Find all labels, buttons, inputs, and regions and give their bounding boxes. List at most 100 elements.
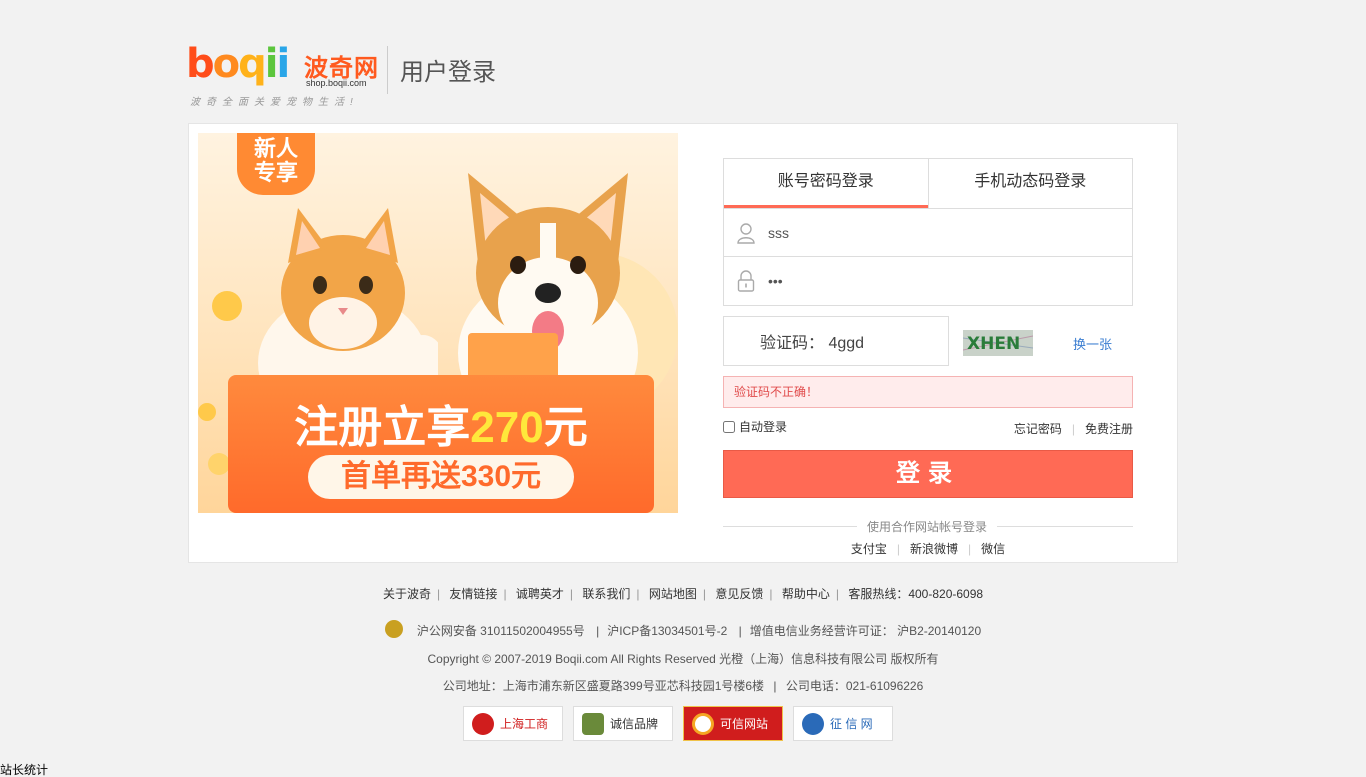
- password-row: [723, 257, 1133, 306]
- separator: |: [569, 587, 574, 601]
- logo-letter: i: [276, 41, 290, 87]
- footer-link-sitemap[interactable]: 网站地图: [649, 587, 697, 601]
- badge-trusted-site[interactable]: 可信网站: [683, 706, 783, 741]
- error-message: 验证码不正确！: [723, 376, 1133, 408]
- promo-suffix: 元: [543, 403, 588, 452]
- separator: |: [596, 624, 600, 638]
- tag-line-2: 专享: [253, 160, 298, 185]
- separator: |: [503, 587, 507, 601]
- password-input[interactable]: [768, 257, 1118, 304]
- trust-badges: 上海工商 诚信品牌 可信网站 征 信 网: [463, 706, 893, 742]
- separator: |: [773, 679, 777, 693]
- separator: |: [835, 587, 839, 601]
- new-user-tag: 新人 专享: [237, 133, 315, 195]
- weibo-login-link[interactable]: 新浪微博: [910, 542, 958, 556]
- logo-letter: i: [264, 41, 279, 87]
- captcha-row: XHEN 换一张: [723, 316, 1133, 366]
- auto-login-checkbox[interactable]: [723, 420, 735, 433]
- badge-label: 可信网站: [720, 717, 769, 731]
- police-badge-icon: [384, 619, 403, 638]
- company-address: 公司地址：上海市浦东新区盛夏路399号亚芯科技园1号楼6楼: [442, 679, 765, 693]
- footer-hotline: 客服热线：400-820-6098: [848, 587, 984, 601]
- logo-domain: shop.boqii.com: [306, 78, 367, 88]
- separator: |: [1071, 422, 1075, 436]
- separator: |: [738, 624, 742, 638]
- login-tabs: 账号密码登录 手机动态码登录: [723, 158, 1133, 208]
- account-links: 忘记密码 | 免费注册: [1014, 420, 1133, 437]
- site-header: boqii 波奇网 shop.boqii.com 波奇全面关爱宠物生活! 用户登…: [186, 40, 516, 110]
- logo-letter: b: [186, 41, 215, 87]
- tag-line-1: 新人: [253, 136, 298, 161]
- logo-letter: q: [238, 41, 267, 87]
- badge-shanghai-gongshang[interactable]: 上海工商: [463, 706, 563, 741]
- separator: |: [702, 587, 707, 601]
- separator: |: [896, 542, 900, 556]
- footer-nav: 关于波奇 | 友情链接 | 诚聘英才 | 联系我们 | 网站地图 | 意见反馈 | 帮助中心…: [0, 585, 1366, 602]
- login-form: 账号密码登录 手机动态码登录 sss 验证码： 4ggd XHEN 换一张 验证…: [723, 158, 1133, 557]
- promo-prefix: 注册立享: [294, 403, 471, 452]
- decor-circle: [208, 453, 230, 475]
- footer-link-contact[interactable]: 联系我们: [582, 587, 630, 601]
- footer-link-careers[interactable]: 诚聘英才: [516, 587, 564, 601]
- badge-label: 上海工商: [500, 717, 549, 731]
- username-input[interactable]: [768, 209, 1118, 256]
- decor-circle: [198, 403, 216, 421]
- tab-sms-login[interactable]: 手机动态码登录: [927, 159, 1133, 208]
- partner-login-divider: 使用合作网站帐号登录: [723, 516, 1133, 536]
- lock-icon: [737, 270, 755, 292]
- register-link[interactable]: 免费注册: [1085, 422, 1133, 436]
- captcha-refresh-link[interactable]: 换一张: [1073, 334, 1112, 353]
- separator: |: [769, 587, 773, 601]
- site-stats-link[interactable]: 站长统计: [0, 761, 48, 777]
- login-button[interactable]: 登录: [723, 450, 1133, 498]
- shanghai-gongshang-icon: [472, 712, 494, 735]
- wechat-login-link[interactable]: 微信: [981, 542, 1005, 556]
- footer-copyright: Copyright © 2007-2019 Boqii.com All Righ…: [427, 652, 939, 666]
- header-divider: [387, 46, 388, 94]
- captcha-image[interactable]: XHEN: [963, 330, 1033, 356]
- footer-link-friends[interactable]: 友情链接: [449, 587, 497, 601]
- separator: |: [636, 587, 640, 601]
- alipay-login-link[interactable]: 支付宝: [851, 542, 887, 556]
- badge-label: 征 信 网: [830, 717, 873, 731]
- police-record-link[interactable]: 沪公网安备 31011502004955号: [417, 624, 585, 638]
- promo-banner[interactable]: 新人 专享 注册立享270元 首单再送330元: [198, 133, 678, 513]
- company-phone: 公司电话：021-61096226: [785, 679, 924, 693]
- footer-link-about[interactable]: 关于波奇: [383, 587, 431, 601]
- shield-brand-icon: [582, 712, 604, 735]
- boqii-logo[interactable]: boqii: [186, 41, 290, 87]
- captcha-input[interactable]: [760, 317, 940, 365]
- badge-credit-brand[interactable]: 诚信品牌: [573, 706, 673, 741]
- username-row: [723, 208, 1133, 257]
- trusted-site-icon: [692, 712, 714, 735]
- separator: |: [968, 542, 972, 556]
- page-title: 用户登录: [400, 59, 496, 86]
- forgot-password-link[interactable]: 忘记密码: [1014, 422, 1062, 436]
- partner-login-title: 使用合作网站帐号登录: [857, 518, 998, 535]
- logo-letter: o: [212, 41, 241, 87]
- captcha-field: [723, 316, 949, 366]
- badge-credit-network[interactable]: 征 信 网: [793, 706, 893, 741]
- credit-globe-icon: [802, 712, 824, 735]
- tab-password-login[interactable]: 账号密码登录: [724, 159, 928, 208]
- footer-registration: 沪公网安备 31011502004955号 | 沪ICP备13034501号-2 …: [0, 619, 1366, 641]
- promo-headline: 注册立享270元: [228, 391, 654, 455]
- login-card: 新人 专享 注册立享270元 首单再送330元 账号密码登录 手机动态码登录 s…: [188, 123, 1178, 563]
- icp-record-link[interactable]: 沪ICP备13034501号-2: [607, 624, 727, 638]
- telecom-license: 增值电信业务经营许可证： 沪B2-20140120: [749, 624, 982, 638]
- footer-link-feedback[interactable]: 意见反馈: [715, 587, 763, 601]
- promo-subtitle: 首单再送330元: [308, 455, 574, 499]
- captcha-image-text: XHEN: [967, 334, 1020, 354]
- user-icon: [737, 223, 755, 244]
- partner-links: 支付宝 | 新浪微博 | 微信: [723, 540, 1133, 557]
- auto-login-label: 自动登录: [739, 420, 788, 434]
- footer-address-line: 公司地址：上海市浦东新区盛夏路399号亚芯科技园1号楼6楼 | 公司电话：021…: [0, 677, 1366, 694]
- badge-label: 诚信品牌: [610, 717, 659, 731]
- login-options: 自动登录 忘记密码 | 免费注册: [723, 418, 1133, 440]
- logo-slogan: 波奇全面关爱宠物生活!: [190, 97, 359, 108]
- auto-login-option[interactable]: 自动登录: [723, 418, 787, 435]
- decor-circle: [212, 291, 242, 321]
- promo-board: 注册立享270元 首单再送330元: [228, 375, 654, 513]
- separator: |: [436, 587, 441, 601]
- footer-link-help[interactable]: 帮助中心: [782, 587, 830, 601]
